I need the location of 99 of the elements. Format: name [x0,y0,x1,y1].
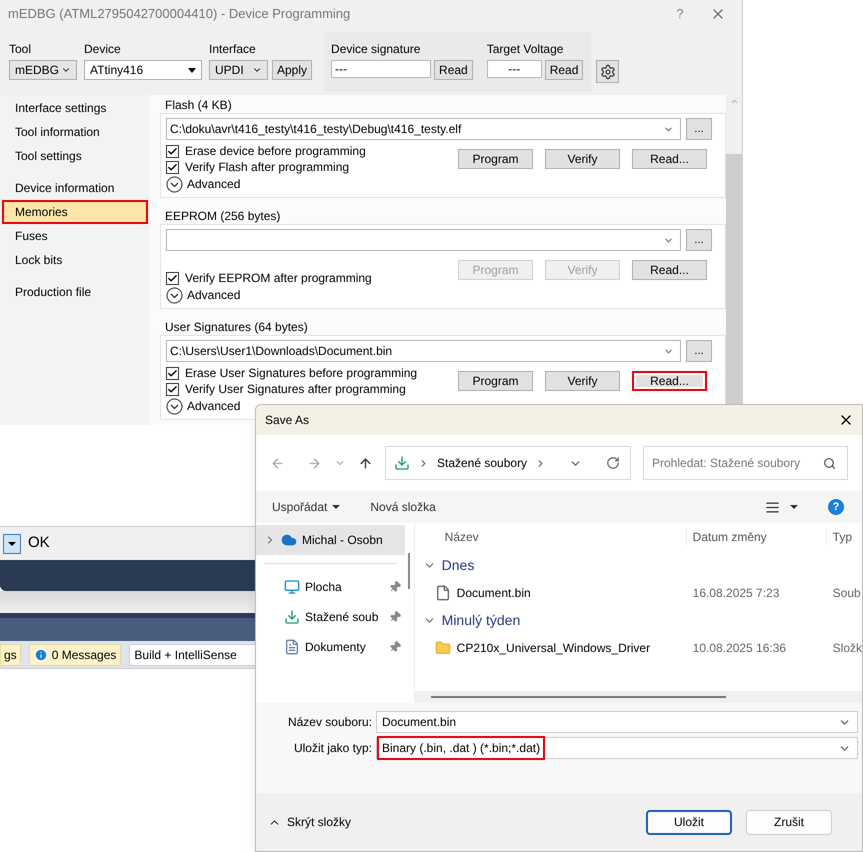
dropdown-button[interactable] [3,534,21,554]
memory-action-button[interactable]: Verify [545,371,620,391]
column-header[interactable]: Typ [826,528,852,546]
dialog-title: Save As [265,412,310,429]
nav-item[interactable]: Michal - Osobn [256,525,405,555]
organize-menu[interactable]: Uspořádat [272,498,340,516]
download-icon [394,455,410,471]
caret-icon [188,68,196,72]
expand-icon[interactable] [166,398,183,414]
dropdown[interactable]: mEDBG [9,60,77,80]
checkbox[interactable] [166,144,179,158]
dropdown[interactable]: ATtiny416 [84,60,202,80]
download-icon [284,609,300,625]
column-header[interactable]: Datum změny [686,528,827,546]
checkbox[interactable] [166,160,179,174]
info-icon [34,648,48,662]
refresh-icon[interactable] [606,456,620,470]
memory-action-button[interactable]: Read... [632,149,707,169]
read-button[interactable]: Read [434,60,473,80]
dropdown[interactable]: UPDI [209,60,268,80]
browse-button[interactable]: ... [686,118,712,140]
sidebar-item[interactable]: Tool settings [2,144,148,168]
checkbox-label: Verify User Signatures after programming [185,381,406,398]
dialog-button[interactable]: Zrušit [746,810,832,834]
sidebar-item[interactable]: Tool information [2,120,148,144]
new-folder-button[interactable]: Nová složka [370,498,436,516]
advanced-label[interactable]: Advanced [187,175,240,193]
read-button[interactable]: Read [544,60,584,80]
field-label: Název souboru: [286,714,373,731]
group-header[interactable]: Dnes [442,554,474,576]
sidebar-item[interactable]: Device information [2,176,148,200]
checkbox-label: Verify EEPROM after programming [185,270,372,287]
caret-icon[interactable] [790,505,798,509]
dialog-button[interactable]: Uložit [646,810,732,834]
advanced-label[interactable]: Advanced [187,286,240,304]
checkbox[interactable] [166,366,179,380]
checkbox-label: Erase User Signatures before programming [185,365,418,382]
file-type-dropdown[interactable]: Binary (.bin, .dat ) (*.bin;*.dat) [376,737,858,759]
expand-icon[interactable] [166,286,183,304]
scrollbar-thumb[interactable] [408,553,410,589]
memory-action-button[interactable]: Program [458,371,533,391]
address-bar[interactable]: Stažené soubory [385,446,631,480]
status-badge[interactable]: gs [0,644,21,666]
field-label: Tool [9,41,32,58]
memory-action-button[interactable]: Read... [632,371,707,391]
file-row[interactable]: Document.bin 16.08.2025 7:23 Soub [414,579,862,606]
help-button[interactable]: ? [828,499,844,515]
memory-action-button[interactable]: Program [458,149,533,169]
sidebar-item[interactable]: Lock bits [2,248,148,272]
file-icon [434,584,451,600]
readout-field: --- [331,60,432,78]
field-label: Device [84,41,122,58]
document-icon [284,639,300,655]
browse-button[interactable]: ... [686,340,712,362]
checkbox[interactable] [166,272,179,284]
checkbox-label: Erase device before programming [185,143,366,160]
section-title: Flash (4 KB) [164,97,233,113]
breadcrumb[interactable]: Stažené soubory [437,454,528,472]
search-field[interactable]: Prohledat: Stažené soubory [643,446,848,480]
browse-button[interactable]: ... [686,229,712,251]
nav-item[interactable]: Plocha [256,572,405,602]
hide-folders-button[interactable]: Skrýt složky [287,813,352,831]
sidebar-item[interactable]: Production file [2,280,148,304]
window-title: mEDBG (ATML2795042700004410) - Device Programming [8,5,352,24]
view-icon[interactable] [765,500,780,514]
search-icon [823,457,836,470]
file-row[interactable]: CP210x_Universal_Windows_Driver 10.08.2025 16:36 Složk [414,634,862,661]
checkbox[interactable] [166,382,179,396]
section-title: User Signatures (64 bytes) [164,319,309,335]
sidebar-item[interactable]: Memories [2,200,148,224]
section-title: EEPROM (256 bytes) [164,208,282,224]
field-label: Device signature [331,41,422,58]
scrollbar-thumb[interactable] [430,696,726,698]
advanced-label[interactable]: Advanced [187,397,240,415]
memory-action-button[interactable]: Verify [545,149,620,169]
sidebar-item[interactable]: Interface settings [2,96,148,120]
ok-label: OK [28,533,50,554]
caret-icon [332,505,340,509]
cloud-icon [281,532,297,548]
apply-button[interactable]: Apply [272,60,312,80]
checkbox-label: Verify Flash after programming [185,159,350,176]
settings-button[interactable] [596,60,620,83]
file-path-combobox[interactable]: C:\doku\avr\t416_testy\t416_testy\Debug\t416_testy.elf [166,118,681,140]
messages-badge[interactable]: 0 Messages [28,644,122,666]
expand-icon[interactable] [166,176,183,192]
nav-item[interactable]: Stažené soub [256,602,405,632]
memory-action-button[interactable]: Read... [632,260,707,280]
field-label: Target Voltage [486,41,564,58]
column-header[interactable]: Název [414,528,687,546]
filename-field[interactable]: Document.bin [376,711,858,733]
group-header[interactable]: Minulý týden [442,610,520,630]
desktop-icon [284,579,300,595]
sidebar-item[interactable]: Fuses [2,224,148,248]
field-label: Uložit jako typ: [292,740,373,757]
readout-field: --- [486,60,542,78]
up-icon[interactable] [358,456,373,470]
folder-icon [434,640,451,656]
file-path-combobox[interactable]: C:\Users\User1\Downloads\Document.bin [166,340,681,362]
field-label: Interface [209,41,257,58]
